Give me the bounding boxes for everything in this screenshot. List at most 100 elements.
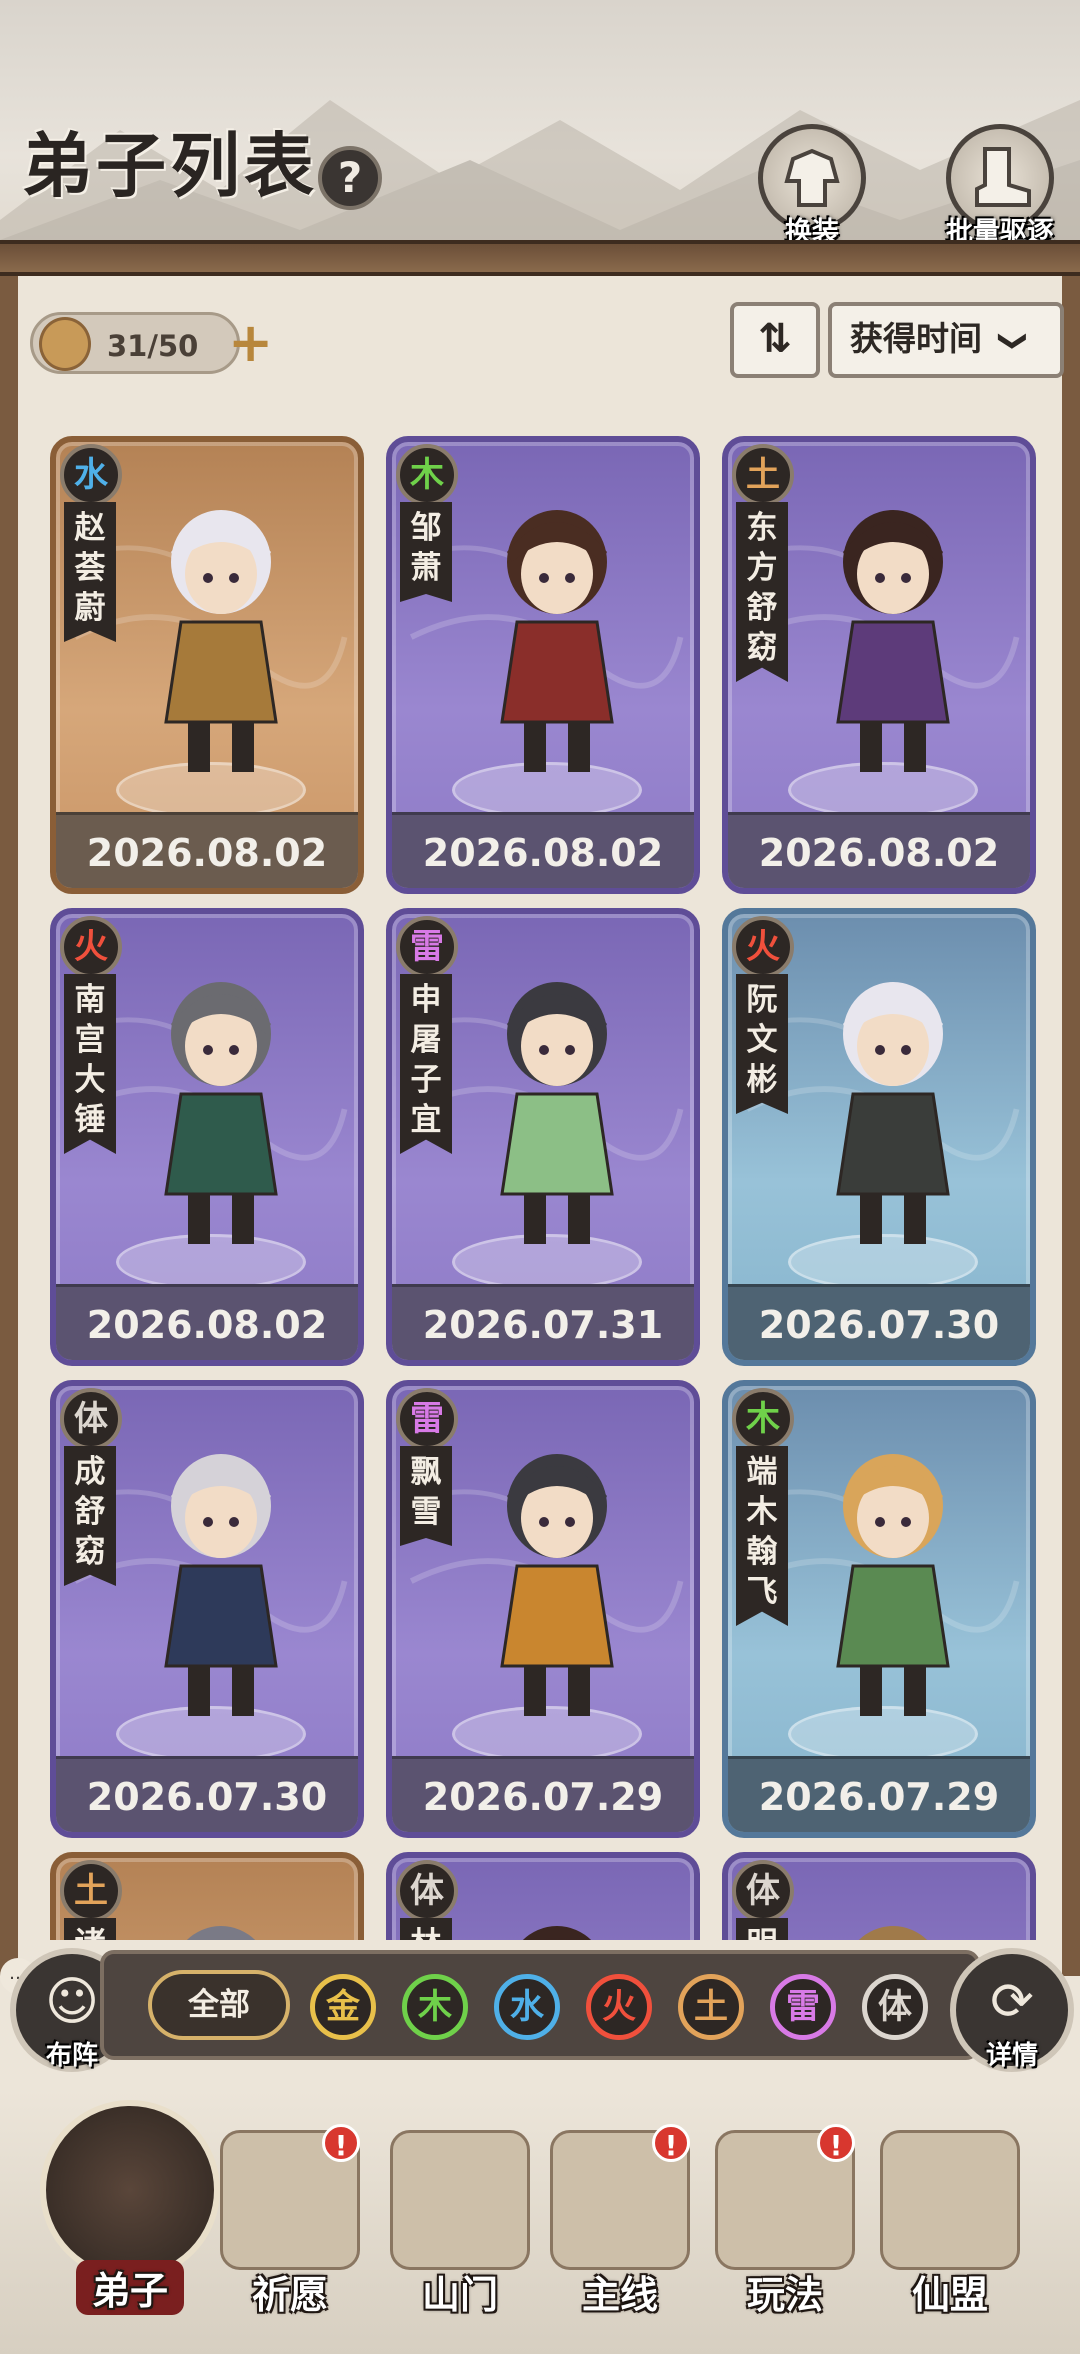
chevron-down-icon: ❯: [997, 329, 1031, 353]
nav-item-icon: [390, 2130, 530, 2270]
outfit-button[interactable]: 换装: [754, 124, 870, 249]
disciple-card[interactable]: 木端木翰飞 2026.07.29: [722, 1380, 1036, 1838]
disciple-portrait: [164, 982, 278, 1244]
element-badge: 木: [732, 1388, 794, 1450]
nav-item[interactable]: 主线!: [540, 2124, 700, 2340]
sort-select[interactable]: 获得时间 ❯: [828, 302, 1064, 378]
bottom-nav: 弟子 祈愿! 山门 主线! 玩法! 仙盟: [0, 2090, 1080, 2354]
nav-item-label: 山门: [421, 2272, 498, 2317]
nav-item-label: 弟子: [75, 2260, 184, 2315]
filter-element-chip[interactable]: 金: [310, 1974, 376, 2040]
element-badge: 体: [732, 1860, 794, 1922]
details-button[interactable]: ⟳ 详情: [950, 1948, 1074, 2072]
disciple-name: 东方舒窈: [736, 502, 788, 682]
disciple-portrait: [836, 982, 950, 1244]
acquired-date: 2026.08.02: [392, 812, 694, 888]
frame-right: [1062, 276, 1080, 1976]
disciple-count: 31/50: [30, 312, 240, 374]
disciple-portrait: [186, 1926, 256, 1940]
details-label: 详情: [985, 2041, 1038, 2071]
nav-item-icon: [880, 2130, 1020, 2270]
header: 弟子列表 ? 换装 批量驱逐: [0, 0, 1080, 260]
acquired-date: 2026.07.29: [728, 1756, 1030, 1832]
nav-item[interactable]: 仙盟: [870, 2130, 1030, 2340]
disciple-card[interactable]: 体林: [386, 1852, 700, 1940]
disciple-card[interactable]: 火阮文彬 2026.07.30: [722, 908, 1036, 1366]
filter-element-chip[interactable]: 木: [402, 1974, 468, 2040]
frame-top-bar: [0, 240, 1080, 276]
disciple-card[interactable]: 水赵荟蔚 2026.08.02: [50, 436, 364, 894]
disciple-portrait: [522, 1926, 592, 1940]
acquired-date: 2026.08.02: [56, 1284, 358, 1360]
nav-item-label: 玩法: [746, 2272, 823, 2317]
nav-item[interactable]: 弟子: [30, 2100, 230, 2340]
refresh-icon: ⟳: [990, 1972, 1034, 2032]
nav-item[interactable]: 祈愿!: [210, 2124, 370, 2340]
disciple-card[interactable]: 土东方舒窈 2026.08.02: [722, 436, 1036, 894]
element-badge: 雷: [396, 916, 458, 978]
nav-item-label: 仙盟: [911, 2272, 988, 2317]
notification-badge: !: [322, 2124, 360, 2162]
batch-dismiss-button[interactable]: 批量驱逐: [942, 124, 1058, 249]
disciple-card[interactable]: 火南宫大锤 2026.08.02: [50, 908, 364, 1366]
sort-select-label: 获得时间: [850, 319, 982, 358]
filter-element-chip[interactable]: 水: [494, 1974, 560, 2040]
element-badge: 土: [732, 444, 794, 506]
disciple-card[interactable]: 雷飘雪 2026.07.29: [386, 1380, 700, 1838]
disciple-portrait: [836, 1454, 950, 1716]
disciple-name: 阮文彬: [736, 974, 788, 1114]
disciple-name: 飘雪: [400, 1446, 452, 1546]
disciple-name: 赵荟蔚: [64, 502, 116, 642]
disciple-card[interactable]: 体明: [722, 1852, 1036, 1940]
disciple-name: 南宫大锤: [64, 974, 116, 1154]
element-badge: 火: [732, 916, 794, 978]
disciple-portrait: [500, 982, 614, 1244]
acquired-date: 2026.07.31: [392, 1284, 694, 1360]
notification-badge: !: [817, 2124, 855, 2162]
nav-item[interactable]: 山门: [380, 2130, 540, 2340]
page-title: 弟子列表: [22, 124, 318, 207]
acquired-date: 2026.07.30: [728, 1284, 1030, 1360]
help-button[interactable]: ?: [318, 146, 382, 210]
filter-element-chip[interactable]: 火: [586, 1974, 652, 2040]
filter-element-chip[interactable]: 雷: [770, 1974, 836, 2040]
element-badge: 雷: [396, 1388, 458, 1450]
disciple-name: 明: [736, 1918, 788, 1940]
disciple-portrait: [858, 1926, 928, 1940]
disciple-card[interactable]: 雷申屠子宜 2026.07.31: [386, 908, 700, 1366]
disciple-name: 申屠子宜: [400, 974, 452, 1154]
element-filter-bar: 全部 金木水火土雷体: [100, 1950, 980, 2060]
element-badge: 火: [60, 916, 122, 978]
disciple-name: 端木翰飞: [736, 1446, 788, 1626]
disciple-count-value: 31/50: [107, 329, 199, 363]
expand-capacity-button[interactable]: +: [228, 316, 273, 370]
element-badge: 水: [60, 444, 122, 506]
element-badge: 体: [60, 1388, 122, 1450]
frame-left: [0, 276, 18, 1976]
sort-order-button[interactable]: ⇅: [730, 302, 820, 378]
disciple-grid: 水赵荟蔚 2026.08.02 木邹萧 2026.08.02 土东方舒窈 2026.08.…: [20, 400, 1060, 1940]
disciple-name: 成舒窈: [64, 1446, 116, 1586]
disciple-card[interactable]: 体成舒窈 2026.07.30: [50, 1380, 364, 1838]
disciple-portrait: [500, 510, 614, 772]
disciple-name: 邹萧: [400, 502, 452, 602]
disciple-card[interactable]: 木邹萧 2026.08.02: [386, 436, 700, 894]
disciple-portrait: [164, 510, 278, 772]
disciple-name: 诸: [64, 1918, 116, 1940]
disciple-card[interactable]: 土诸: [50, 1852, 364, 1940]
filter-all[interactable]: 全部: [148, 1970, 290, 2040]
notification-badge: !: [652, 2124, 690, 2162]
nav-item-label: 主线: [581, 2272, 658, 2317]
element-badge: 木: [396, 444, 458, 506]
disciple-portrait: [164, 1454, 278, 1716]
filter-element-chip[interactable]: 体: [862, 1974, 928, 2040]
element-badge: 土: [60, 1860, 122, 1922]
acquired-date: 2026.08.02: [728, 812, 1030, 888]
disciple-portrait: [500, 1454, 614, 1716]
nav-item[interactable]: 玩法!: [705, 2124, 865, 2340]
disciple-name: 林: [400, 1918, 452, 1940]
acquired-date: 2026.07.30: [56, 1756, 358, 1832]
acquired-date: 2026.08.02: [56, 812, 358, 888]
filter-element-chip[interactable]: 土: [678, 1974, 744, 2040]
disciple-portrait: [836, 510, 950, 772]
